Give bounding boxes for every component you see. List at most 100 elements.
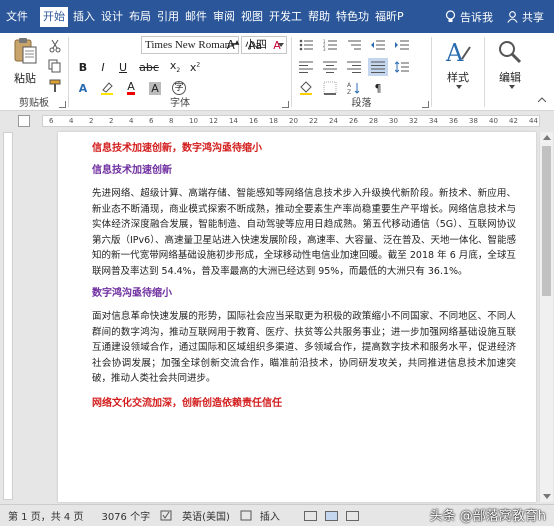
bold-label: B <box>78 60 88 74</box>
word-count[interactable]: 3076 个字 <box>101 508 150 523</box>
ruler-tick-label: 28 <box>369 117 378 125</box>
cut-button[interactable] <box>46 37 64 55</box>
share-button[interactable]: 共享 <box>507 9 544 25</box>
copy-button[interactable] <box>46 57 64 75</box>
bold-button[interactable]: B <box>73 58 93 76</box>
tab-home[interactable]: 开始 <box>40 6 68 27</box>
align-center-button[interactable] <box>320 58 340 76</box>
clipboard-launcher[interactable] <box>59 101 66 108</box>
change-case-button[interactable]: Aa <box>245 36 265 54</box>
align-right-button[interactable] <box>344 58 364 76</box>
scissors-icon <box>49 39 61 53</box>
align-left-button[interactable] <box>296 58 316 76</box>
horizontal-ruler[interactable]: 6 4 2 2 4 6 8 10 12 14 16 18 20 22 24 26 28 30 32 34 36 38 40 4… <box>0 112 554 130</box>
editing-group[interactable]: 编辑 <box>485 33 535 111</box>
vertical-scrollbar[interactable] <box>539 132 553 502</box>
tab-help[interactable]: 帮助 <box>305 7 333 27</box>
proofing-icon[interactable] <box>160 510 172 521</box>
ruler-tick-label: 2 <box>89 117 94 125</box>
ribbon: 粘贴 剪贴板 Times New Roman 小四 A▲ Aa A B I U … <box>0 33 554 111</box>
tab-design[interactable]: 设计 <box>98 7 126 27</box>
chevron-down-icon <box>509 85 515 89</box>
person-icon <box>507 10 518 23</box>
superscript-button[interactable]: x2 <box>185 58 205 76</box>
clear-format-button[interactable]: A <box>267 36 287 54</box>
ruler-tick-label: 42 <box>509 117 518 125</box>
italic-button[interactable]: I <box>93 58 113 76</box>
tab-file[interactable]: 文件 <box>0 7 38 27</box>
format-painter-button[interactable] <box>46 77 64 95</box>
font-name-value: Times New Roman <box>145 39 231 51</box>
tab-layout[interactable]: 布局 <box>126 7 154 27</box>
grow-font-button[interactable]: A▲ <box>223 36 243 54</box>
ruler-tick-label: 8 <box>169 117 174 125</box>
scroll-down-icon[interactable] <box>543 494 551 499</box>
scrollbar-thumb[interactable] <box>542 146 551 296</box>
document-body[interactable]: 信息技术加速创新，数字鸿沟亟待缩小 信息技术加速创新 先进网络、超级计算、高端存… <box>92 138 516 411</box>
tell-me-search[interactable]: 告诉我 <box>445 9 493 25</box>
paragraph-1: 先进网络、超级计算、高端存储、智能感知等网络信息技术步入升级换代新阶段。新技术、… <box>92 188 516 277</box>
ruler-tick-label: 10 <box>189 117 198 125</box>
underline-label: U <box>118 60 128 74</box>
line-spacing-button[interactable] <box>392 58 412 76</box>
print-layout-icon[interactable] <box>324 510 338 521</box>
bullets-button[interactable] <box>296 36 316 54</box>
styles-label: 样式 <box>447 71 469 84</box>
italic-label: I <box>101 60 105 74</box>
search-icon <box>497 39 523 68</box>
tab-mailings[interactable]: 邮件 <box>182 7 210 27</box>
line-spacing-icon <box>395 61 409 73</box>
collapse-ribbon-icon[interactable] <box>537 93 547 106</box>
decrease-indent-button[interactable] <box>368 36 388 54</box>
tab-selector-icon[interactable] <box>18 115 30 127</box>
styles-group[interactable]: A 样式 <box>432 33 484 111</box>
tab-view[interactable]: 视图 <box>238 7 266 27</box>
scroll-up-icon[interactable] <box>543 135 551 140</box>
numbering-button[interactable]: 123 <box>320 36 340 54</box>
heading-1: 信息技术加速创新，数字鸿沟亟待缩小 <box>92 143 262 154</box>
grow-font-icon: A▲ <box>226 38 240 52</box>
web-layout-icon[interactable] <box>345 510 359 521</box>
tab-developer[interactable]: 开发工 <box>266 7 305 27</box>
multilevel-list-button[interactable] <box>344 36 364 54</box>
pilcrow-icon: ¶ <box>374 81 382 95</box>
ruler-tick-label: 30 <box>389 117 398 125</box>
subscript-button[interactable]: x2 <box>165 58 185 76</box>
indent-icon <box>395 40 409 50</box>
strikethrough-button[interactable]: abc <box>139 58 159 76</box>
vertical-ruler[interactable] <box>3 132 13 500</box>
ruler-scale: 6 4 2 2 4 6 8 10 12 14 16 18 20 22 24 26 28 30 32 34 36 38 40 4… <box>42 115 540 127</box>
subscript-icon: x2 <box>169 59 181 75</box>
ruler-tick-label: 4 <box>69 117 74 125</box>
paragraph-launcher[interactable] <box>422 101 429 108</box>
clipboard-group: 粘贴 剪贴板 <box>0 33 68 111</box>
increase-indent-button[interactable] <box>392 36 412 54</box>
paste-label: 粘贴 <box>14 72 36 85</box>
insert-mode[interactable]: 插入 <box>260 508 280 523</box>
document-page[interactable]: 信息技术加速创新，数字鸿沟亟待缩小 信息技术加速创新 先进网络、超级计算、高端存… <box>58 132 536 502</box>
underline-button[interactable]: U <box>113 58 133 76</box>
copy-icon <box>48 59 61 73</box>
brush-icon <box>49 79 61 92</box>
read-mode-icon[interactable] <box>303 510 317 521</box>
paste-button[interactable]: 粘贴 <box>8 37 42 86</box>
tab-review[interactable]: 审阅 <box>210 7 238 27</box>
share-label: 共享 <box>522 10 544 24</box>
text-effects-icon: A <box>78 81 88 95</box>
tab-insert[interactable]: 插入 <box>70 7 98 27</box>
svg-text:A: A <box>445 39 464 65</box>
language-indicator[interactable]: 英语(美国) <box>182 508 230 523</box>
ribbon-tab-bar: 文件 开始 插入 设计 布局 引用 邮件 审阅 视图 开发工 帮助 特色功 福昕… <box>0 0 554 33</box>
tell-me-label: 告诉我 <box>460 10 493 24</box>
numbered-list-icon: 123 <box>323 39 337 51</box>
editing-label: 编辑 <box>499 71 521 84</box>
justify-button[interactable] <box>368 58 388 76</box>
font-launcher[interactable] <box>282 101 289 108</box>
tab-foxit[interactable]: 福昕P <box>372 7 407 27</box>
ruler-tick-label: 20 <box>289 117 298 125</box>
tab-features[interactable]: 特色功 <box>333 7 372 27</box>
page-count[interactable]: 第 1 页，共 4 页 <box>8 508 83 523</box>
tab-references[interactable]: 引用 <box>154 7 182 27</box>
char-shading-icon: A <box>149 81 161 95</box>
paint-bucket-icon <box>300 81 312 95</box>
